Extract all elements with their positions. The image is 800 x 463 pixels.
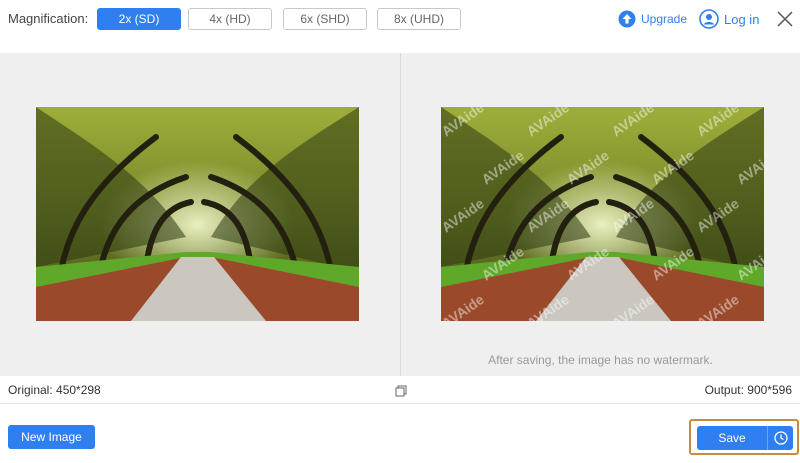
magnification-option-4x[interactable]: 4x (HD) [188, 8, 272, 30]
original-image [36, 107, 359, 321]
preview-divider [400, 53, 401, 376]
save-button[interactable]: Save [697, 426, 767, 450]
close-icon [777, 11, 793, 27]
upgrade-link[interactable]: Upgrade [618, 10, 687, 28]
upgrade-label: Upgrade [641, 12, 688, 26]
history-button[interactable] [767, 426, 793, 450]
output-image: AVAide AVAide AVAide AVAide AVAide AVAide AVAi… [441, 107, 764, 321]
watermark-note: After saving, the image has no watermark… [488, 353, 713, 367]
magnification-option-6x[interactable]: 6x (SHD) [283, 8, 367, 30]
login-link[interactable]: Log in [699, 9, 759, 29]
save-highlight: Save [689, 419, 799, 455]
upgrade-arrow-icon [618, 10, 636, 28]
info-bar: Original: 450*298 Output: 900*596 [0, 376, 800, 404]
compare-icon [395, 385, 407, 397]
login-label: Log in [724, 11, 760, 27]
original-size: Original: 450*298 [8, 383, 101, 397]
user-icon [699, 9, 719, 29]
compare-button[interactable] [395, 384, 407, 397]
close-button[interactable] [774, 8, 796, 30]
preview-area: AVAide AVAide AVAide AVAide AVAide AVAide AVAi… [0, 53, 800, 376]
output-size: Output: 900*596 [704, 383, 792, 397]
magnification-label: Magnification: [8, 11, 89, 26]
magnification-option-2x[interactable]: 2x (SD) [97, 8, 181, 30]
clock-icon [773, 431, 788, 445]
top-bar: Magnification: 2x (SD) 4x (HD) 6x (SHD) … [0, 0, 800, 40]
magnification-option-8x[interactable]: 8x (UHD) [377, 8, 461, 30]
new-image-button[interactable]: New Image [8, 425, 95, 449]
